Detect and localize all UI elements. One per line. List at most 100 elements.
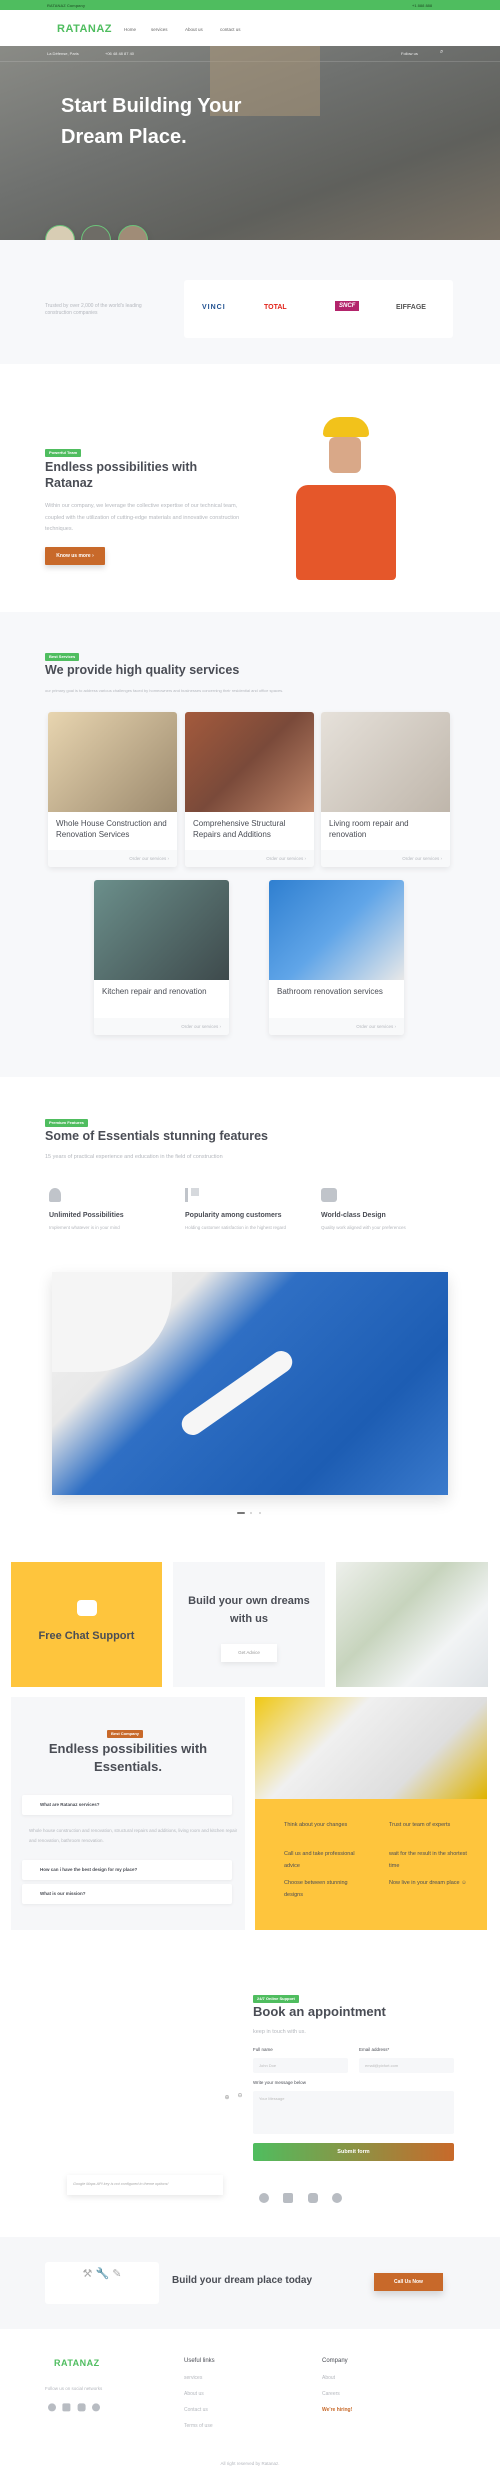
feature-item: Popularity among customers Holding custom…: [185, 1188, 305, 1232]
hero-phone[interactable]: +06 48 48 87 40: [105, 51, 134, 56]
faq-item[interactable]: What is our mission?: [22, 1884, 232, 1904]
logo[interactable]: RATANAZ: [57, 23, 112, 35]
service-card[interactable]: Kitchen repair and renovation Order our s…: [94, 880, 229, 1035]
social-icons: [259, 2190, 343, 2208]
service-card[interactable]: Comprehensive Structural Repairs and Add…: [185, 712, 314, 867]
footer-link[interactable]: Careers: [322, 2391, 340, 2397]
footer-social: [48, 2401, 101, 2415]
faq-answer: Whole house construction and renovation,…: [29, 1828, 238, 1843]
tools-icons: ⚒ 🔧 ✎: [45, 2262, 159, 2304]
location: La Défense, Paris: [47, 51, 79, 56]
step: Choose between stunning designs: [284, 1880, 348, 1898]
nav-contact[interactable]: contact us: [220, 27, 241, 32]
message-label: Write your message below: [253, 2080, 306, 2085]
carousel-dot-active[interactable]: [237, 1512, 245, 1514]
company-name: RATANAZ Company: [47, 3, 86, 8]
flag-icon: [185, 1188, 199, 1202]
zoom-out-icon[interactable]: ⊖: [235, 2092, 245, 2102]
service-card[interactable]: Whole House Construction and Renovation …: [48, 712, 177, 867]
dribbble-icon[interactable]: [332, 2193, 343, 2203]
hero: La Défense, Paris +06 48 48 87 40 Follow…: [0, 46, 500, 240]
order-link[interactable]: Order our services ›: [321, 850, 450, 867]
chat-support-label: Free Chat Support: [38, 1630, 135, 1642]
blueprint-image: [52, 1272, 448, 1495]
step: Call us and take professional advice: [284, 1851, 355, 1869]
house-model-image: [336, 1562, 488, 1687]
step: Trust our team of experts: [389, 1822, 451, 1828]
twitter-icon[interactable]: [62, 2403, 71, 2412]
footer-link[interactable]: About us: [184, 2391, 204, 2397]
footer-link[interactable]: About: [322, 2375, 335, 2381]
feature-item: Unlimited Possibilities Implement whateve…: [49, 1188, 169, 1232]
facebook-icon[interactable]: [259, 2193, 269, 2203]
instagram-icon[interactable]: [307, 2193, 318, 2203]
order-link[interactable]: Order our services ›: [48, 850, 177, 867]
facebook-icon[interactable]: [48, 2403, 56, 2412]
service-card[interactable]: Bathroom renovation services Order our se…: [269, 880, 404, 1035]
appointment-title: Book an appointment: [253, 2004, 386, 2019]
zoom-in-icon[interactable]: ⊕: [222, 2094, 232, 2104]
footer-link[interactable]: Contact us: [184, 2407, 208, 2413]
service-card[interactable]: Living room repair and renovation Order o…: [321, 712, 450, 867]
nav-home[interactable]: Home: [124, 27, 136, 32]
submit-form-button[interactable]: Submit form: [253, 2143, 454, 2161]
chair-icon: [49, 1188, 61, 1202]
logos-box: VINCI TOTAL SNCF EIFFAGE: [184, 280, 453, 338]
name-label: Full name: [253, 2047, 273, 2052]
instagram-icon[interactable]: [77, 2403, 86, 2412]
hero-title-line1: Start Building Your: [61, 95, 242, 117]
email-input[interactable]: email@pixfort.com: [359, 2058, 454, 2073]
map-notice: Google Maps API key is not configured in…: [67, 2175, 223, 2195]
services-subtitle: our primary goal is to address various c…: [45, 688, 284, 693]
trusted-section: Trusted by over 2,000 of the world's lea…: [0, 240, 500, 364]
order-link[interactable]: Order our services ›: [94, 1018, 229, 1035]
nav-about[interactable]: About us: [185, 27, 203, 32]
cta-title: Build your dream place today: [172, 2275, 313, 2286]
trusted-text: Trusted by over 2,000 of the world's lea…: [45, 303, 142, 316]
company-badge: Best Company: [107, 1729, 144, 1738]
step: Think about your changes: [284, 1822, 348, 1828]
search-icon[interactable]: ⌕: [440, 49, 443, 56]
footer-link-hiring[interactable]: We're hiring!: [322, 2407, 352, 2413]
email-label: Email address*: [359, 2047, 390, 2052]
top-phone[interactable]: +1 888 888: [412, 3, 432, 8]
logo-total: TOTAL: [264, 304, 287, 311]
faq-item[interactable]: How can i have the best design for my pl…: [22, 1860, 232, 1880]
hero-title-line2: Dream Place.: [61, 126, 187, 148]
twitter-icon[interactable]: [283, 2193, 294, 2203]
about-text: Within our company, we leverage the coll…: [45, 503, 240, 532]
main-nav: RATANAZ Home services About us contact u…: [0, 10, 500, 46]
carousel-dot[interactable]: [259, 1512, 261, 1514]
footer-link[interactable]: services: [184, 2375, 202, 2381]
order-link[interactable]: Order our services ›: [269, 1018, 404, 1035]
company-title: Endless possibilities with Essentials.: [48, 1741, 208, 1774]
dribbble-icon[interactable]: [92, 2403, 101, 2412]
chat-support-tile[interactable]: Free Chat Support: [11, 1562, 162, 1687]
cta-band: ⚒ 🔧 ✎ Build your dream place today Call …: [0, 2237, 500, 2329]
footer-link[interactable]: Terms of use: [184, 2423, 213, 2429]
about-title: Endless possibilities with Ratanaz: [45, 460, 198, 490]
chat-icon: [77, 1600, 97, 1616]
armchair-icon: [321, 1188, 337, 1202]
order-link[interactable]: Order our services ›: [185, 850, 314, 867]
services-title: We provide high quality services: [45, 663, 240, 677]
call-us-now-button[interactable]: Call Us Now: [374, 2273, 443, 2291]
carousel-dot[interactable]: [250, 1512, 252, 1514]
top-bar: RATANAZ Company +1 888 888: [0, 0, 500, 10]
tools-image: [255, 1697, 487, 1799]
full-name-input[interactable]: John Doe: [253, 2058, 348, 2073]
dreams-title: Build your own dreams with us: [188, 1595, 310, 1625]
nav-services[interactable]: services: [151, 27, 168, 32]
follow-us[interactable]: Follow us: [401, 51, 418, 56]
footer-logo[interactable]: RATANAZ: [54, 2358, 100, 2368]
features-title: Some of Essentials stunning features: [45, 1129, 268, 1143]
faq-item[interactable]: What are Ratanaz services?: [22, 1795, 232, 1815]
dreams-tile: Build your own dreams with us Get Advice: [173, 1562, 325, 1687]
get-advice-button[interactable]: Get Advice: [221, 1644, 277, 1662]
message-textarea[interactable]: Your Message: [253, 2091, 454, 2134]
logo-sncf: SNCF: [335, 301, 360, 311]
appointment-subtitle: keep in touch with us.: [253, 2029, 306, 2035]
step: wait for the result in the shortest time: [389, 1851, 467, 1869]
steps-box: Think about your changes Trust our team …: [255, 1799, 487, 1930]
know-us-more-button[interactable]: Know us more ›: [45, 547, 105, 565]
